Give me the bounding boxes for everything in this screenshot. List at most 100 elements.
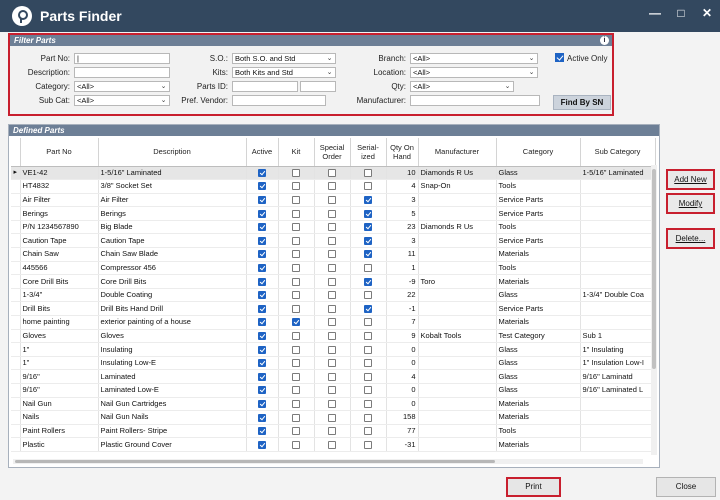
table-row[interactable]: HT4832 3/8" Socket Set 4 Snap-On Tools xyxy=(11,179,656,194)
row-selector[interactable] xyxy=(11,206,21,221)
active-checkbox[interactable] xyxy=(258,168,266,177)
close-window-button[interactable]: ✕ xyxy=(694,0,720,26)
horizontal-scroll-thumb[interactable] xyxy=(15,460,495,463)
serial-checkbox[interactable] xyxy=(364,359,372,368)
partsid-input[interactable] xyxy=(232,81,298,92)
serial-checkbox[interactable] xyxy=(364,263,372,272)
serial-checkbox[interactable] xyxy=(364,318,372,327)
serial-checkbox[interactable] xyxy=(364,223,372,232)
find-by-sn-button[interactable]: Find By SN xyxy=(553,95,611,110)
row-selector[interactable] xyxy=(11,342,21,357)
so-checkbox[interactable] xyxy=(328,345,336,354)
serial-checkbox[interactable] xyxy=(364,277,372,286)
serial-checkbox[interactable] xyxy=(364,345,372,354)
serial-checkbox[interactable] xyxy=(364,413,372,422)
active-checkbox[interactable] xyxy=(258,304,266,313)
row-selector[interactable] xyxy=(11,274,21,289)
row-selector[interactable] xyxy=(11,288,21,303)
column-header[interactable]: Part No xyxy=(20,138,99,167)
active-checkbox[interactable] xyxy=(258,318,266,327)
delete-button[interactable]: Delete... xyxy=(666,228,715,249)
table-row[interactable]: Caution Tape Caution Tape 3 Service Parts xyxy=(11,233,656,249)
modify-button[interactable]: Modify xyxy=(666,193,715,214)
active-checkbox[interactable] xyxy=(258,223,266,232)
so-checkbox[interactable] xyxy=(328,386,336,395)
table-row[interactable]: Core Drill Bits Core Drill Bits -9 Toro Mate… xyxy=(11,274,656,289)
table-row[interactable]: P/N 1234567890 Big Blade 23 Diamonds R Us To… xyxy=(11,220,656,235)
kits-select[interactable]: Both Kits and Std ⌄ xyxy=(232,67,336,78)
so-checkbox[interactable] xyxy=(328,277,336,286)
so-checkbox[interactable] xyxy=(328,182,336,191)
vertical-scrollbar[interactable] xyxy=(651,165,657,455)
kit-checkbox[interactable] xyxy=(292,304,300,313)
kit-checkbox[interactable] xyxy=(292,399,300,408)
kit-checkbox[interactable] xyxy=(292,345,300,354)
info-icon[interactable]: i xyxy=(600,36,609,45)
kit-checkbox[interactable] xyxy=(292,359,300,368)
column-header[interactable]: Category xyxy=(496,138,581,167)
row-selector[interactable] xyxy=(11,424,21,439)
add-new-button[interactable]: Add New xyxy=(666,169,715,190)
serial-checkbox[interactable] xyxy=(364,427,372,436)
serial-checkbox[interactable] xyxy=(364,250,372,259)
serial-checkbox[interactable] xyxy=(364,386,372,395)
active-checkbox[interactable] xyxy=(258,236,266,245)
kit-checkbox[interactable] xyxy=(292,331,300,340)
active-checkbox[interactable] xyxy=(258,359,266,368)
active-checkbox[interactable] xyxy=(258,209,266,218)
serial-checkbox[interactable] xyxy=(364,331,372,340)
active-checkbox[interactable] xyxy=(258,263,266,272)
kit-checkbox[interactable] xyxy=(292,427,300,436)
serial-checkbox[interactable] xyxy=(364,168,372,177)
so-checkbox[interactable] xyxy=(328,168,336,177)
active-checkbox[interactable] xyxy=(258,440,266,449)
column-header[interactable]: Description xyxy=(98,138,247,167)
kit-checkbox[interactable] xyxy=(292,440,300,449)
maximize-button[interactable]: □ xyxy=(668,0,694,26)
row-selector[interactable] xyxy=(11,329,21,344)
table-row[interactable]: Nail Gun Nail Gun Cartridges 0 Materials xyxy=(11,397,656,412)
table-row[interactable]: 1" Insulating Low-E 0 Glass 1" Insulation Lo… xyxy=(11,356,656,371)
manufacturer-input[interactable] xyxy=(410,95,540,106)
row-selector[interactable] xyxy=(11,193,21,208)
table-row[interactable]: ▸ VE1-42 1-5/16" Laminated 10 Diamonds R Us G… xyxy=(11,166,656,181)
partsid-input-extra[interactable] xyxy=(300,81,336,92)
active-checkbox[interactable] xyxy=(258,372,266,381)
horizontal-scrollbar[interactable] xyxy=(13,459,643,464)
column-header[interactable]: Sub Category xyxy=(580,138,656,167)
so-checkbox[interactable] xyxy=(328,209,336,218)
table-row[interactable]: Gloves Gloves 9 Kobalt Tools Test Category Su… xyxy=(11,329,656,344)
table-row[interactable]: Nails Nail Gun Nails 158 Materials xyxy=(11,410,656,425)
serial-checkbox[interactable] xyxy=(364,182,372,191)
table-row[interactable]: 1" Insulating 0 Glass 1" Insulating xyxy=(11,342,656,357)
table-row[interactable]: Chain Saw Chain Saw Blade 11 Materials xyxy=(11,247,656,262)
row-selector[interactable] xyxy=(11,410,21,425)
so-checkbox[interactable] xyxy=(328,236,336,245)
category-select[interactable]: <All> ⌄ xyxy=(74,81,170,92)
column-header[interactable] xyxy=(11,138,21,167)
branch-select[interactable]: <All> ⌄ xyxy=(410,53,538,64)
table-row[interactable]: 445566 Compressor 456 1 Tools xyxy=(11,261,656,276)
vendor-input[interactable] xyxy=(232,95,326,106)
location-select[interactable]: <All> ⌄ xyxy=(410,67,538,78)
row-selector[interactable] xyxy=(11,356,21,371)
kit-checkbox[interactable] xyxy=(292,372,300,381)
column-header[interactable]: Serial-ized xyxy=(350,138,387,167)
so-checkbox[interactable] xyxy=(328,291,336,300)
active-only-checkbox[interactable] xyxy=(555,53,564,62)
active-checkbox[interactable] xyxy=(258,345,266,354)
kit-checkbox[interactable] xyxy=(292,291,300,300)
kit-checkbox[interactable] xyxy=(292,209,300,218)
row-selector[interactable] xyxy=(11,369,21,384)
serial-checkbox[interactable] xyxy=(364,372,372,381)
row-selector[interactable] xyxy=(11,397,21,412)
row-selector[interactable] xyxy=(11,437,21,452)
kit-checkbox[interactable] xyxy=(292,223,300,232)
description-input[interactable] xyxy=(74,67,170,78)
so-checkbox[interactable] xyxy=(328,372,336,381)
active-checkbox[interactable] xyxy=(258,291,266,300)
kit-checkbox[interactable] xyxy=(292,263,300,272)
kit-checkbox[interactable] xyxy=(292,168,300,177)
row-selector[interactable] xyxy=(11,247,21,262)
so-checkbox[interactable] xyxy=(328,440,336,449)
